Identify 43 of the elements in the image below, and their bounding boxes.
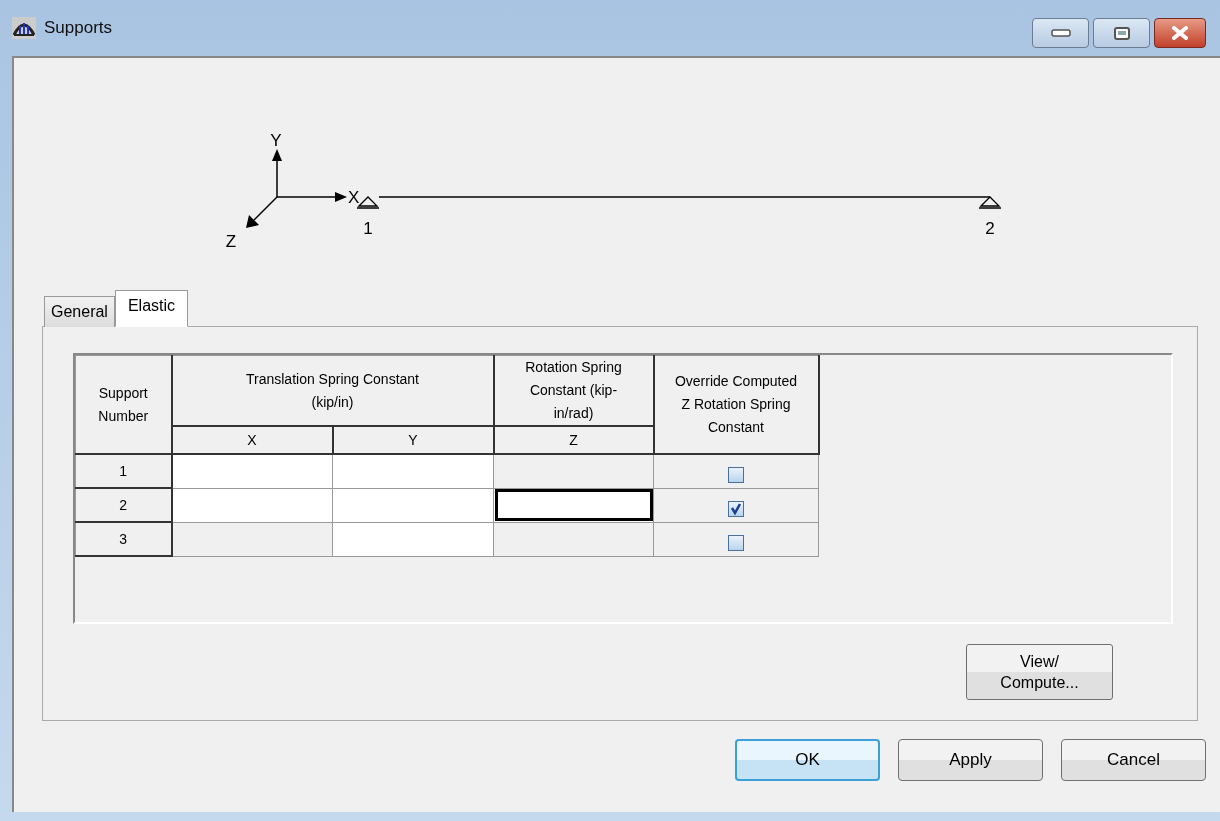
column-header: X [171,426,333,454]
input-field[interactable] [332,522,494,556]
column-header: Y [332,426,494,454]
column-header: Rotation Spring Constant (kip-in/rad) [493,355,654,426]
axis-label: Y [270,131,282,150]
dialog-button[interactable]: Apply [898,739,1043,781]
y-axis-arrow [272,149,282,198]
maximize-button[interactable] [1093,18,1150,48]
input-field[interactable] [332,488,494,522]
input-field[interactable] [171,454,333,488]
axis-label: X [348,188,360,207]
axis-label: Z [225,232,237,251]
support-label: 1 [363,219,373,238]
minimize-button[interactable] [1032,18,1089,48]
input-field[interactable] [332,454,494,488]
maximize-icon [1113,26,1130,40]
row-header: 2 [75,488,172,522]
checkbox[interactable] [728,466,744,483]
window-title: Supports [44,18,113,38]
app-icon [12,17,36,39]
row-header: 3 [75,522,172,556]
input-field[interactable] [171,488,333,522]
dialog-button[interactable]: OK [735,739,880,781]
support-label: 2 [985,219,995,238]
column-header: Override Computed Z Rotation Spring Constant [653,355,819,454]
dialog-button[interactable]: Cancel [1061,739,1206,781]
row-header: 1 [75,454,172,488]
column-header: Z [493,426,654,454]
tab[interactable]: Elastic [114,290,189,327]
close-button[interactable] [1154,18,1206,48]
input-field[interactable] [493,488,654,522]
close-icon [1171,26,1189,40]
checkbox[interactable] [728,534,744,551]
minimize-icon [1050,29,1071,37]
column-header: Translation Spring Constant (kip/in) [171,355,494,426]
support-icon [978,196,1002,209]
x-axis-arrow [276,192,347,202]
column-header: Support Number [75,355,172,454]
check-icon [729,501,743,516]
z-axis-arrow [246,196,278,228]
tab[interactable]: General [44,296,115,327]
checkbox[interactable] [728,500,744,517]
view-compute-button[interactable]: View/ Compute... [966,644,1113,700]
